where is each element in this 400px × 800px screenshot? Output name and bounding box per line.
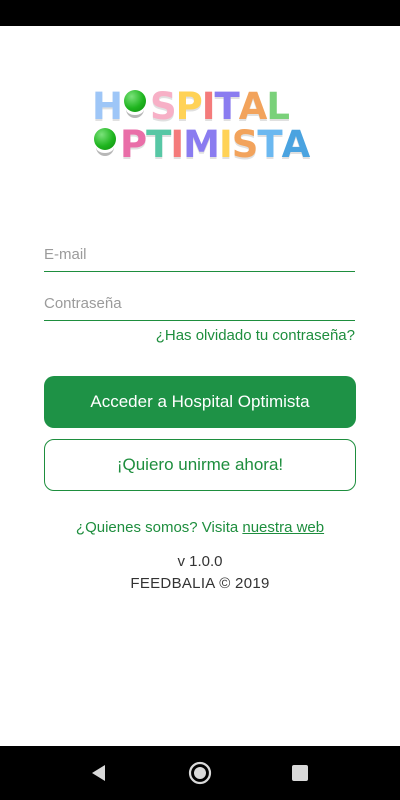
forgot-password-link[interactable]: ¿Has olvidado tu contraseña? [156,327,355,344]
join-button[interactable]: ¡Quiero unirme ahora! [44,439,356,491]
status-bar [0,0,400,26]
login-button[interactable]: Acceder a Hospital Optimista [44,376,356,428]
back-icon[interactable] [87,761,111,785]
smiley-ball-icon [122,90,148,122]
about-text: ¿Quienes somos? Visita nuestra web [0,519,400,536]
home-icon[interactable] [188,761,212,785]
email-field[interactable] [44,236,355,271]
logo-line-2: PTIMISTA [92,126,310,164]
password-field[interactable] [44,285,355,320]
app-version: v 1.0.0 [177,553,223,570]
recents-icon[interactable] [288,761,312,785]
about-label: ¿Quienes somos? Visita [75,519,243,536]
password-field-container [44,285,355,321]
app-logo: H SPITAL PTIMISTA [92,88,318,168]
copyright-text: FEEDBALIA © 2019 [130,575,270,592]
website-link[interactable]: nuestra web [242,519,324,536]
system-nav-bar [0,746,400,800]
email-field-container [44,236,355,272]
smiley-ball-icon [92,128,118,160]
logo-line-1: H SPITAL [92,85,290,128]
